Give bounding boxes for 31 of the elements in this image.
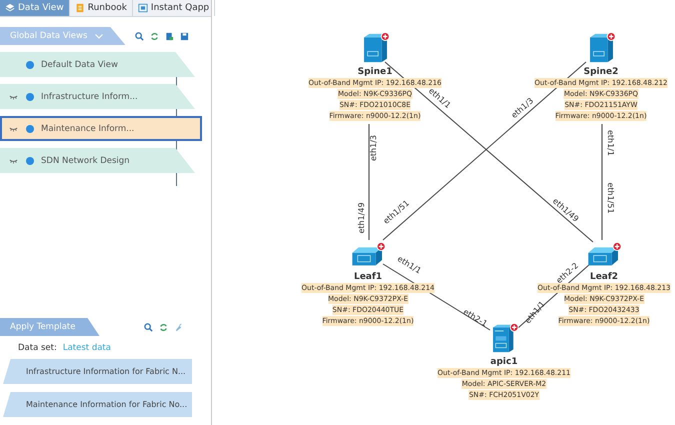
data-view-item[interactable]: Infrastructure Inform... <box>0 84 195 109</box>
device-name[interactable]: apic1 <box>490 357 518 367</box>
chevron-down-icon <box>95 34 104 38</box>
save-icon[interactable] <box>180 32 189 40</box>
template-item[interactable]: Infrastructure Information for Fabric N... <box>3 359 192 384</box>
device-name[interactable]: Leaf2 <box>590 272 618 282</box>
hidden-eye-icon[interactable] <box>8 158 18 164</box>
hidden-eye-icon[interactable] <box>8 126 18 132</box>
port-label: eth1/51 <box>606 182 615 214</box>
tab[interactable]: Instant Qapp <box>132 0 216 16</box>
hidden-eye-icon[interactable] <box>8 94 18 100</box>
device-name[interactable]: Spine2 <box>584 67 618 77</box>
data-view-item[interactable]: Maintenance Inform... <box>0 116 202 141</box>
refresh-icon[interactable] <box>150 32 159 40</box>
tab[interactable]: Runbook <box>70 0 133 16</box>
device-name[interactable]: Leaf1 <box>354 272 382 282</box>
window-icon <box>138 3 148 13</box>
port-label: eth1/1 <box>606 130 615 156</box>
layers-icon <box>5 3 15 13</box>
book-icon <box>74 3 85 13</box>
data-view-item[interactable]: SDN Network Design <box>0 148 195 173</box>
port-label: eth1/3 <box>369 135 378 161</box>
data-view-item[interactable]: Default Data View <box>0 52 195 77</box>
device-name[interactable]: Spine1 <box>358 67 392 77</box>
refresh-icon[interactable] <box>159 322 168 332</box>
save-as-icon[interactable] <box>165 32 174 40</box>
port-label: eth1/49 <box>357 202 366 234</box>
search-icon[interactable] <box>144 322 153 332</box>
data-set-label: Data set: <box>18 343 57 353</box>
template-item[interactable]: Maintenance Information for Fabric No... <box>3 392 192 417</box>
search-icon[interactable] <box>135 32 144 40</box>
